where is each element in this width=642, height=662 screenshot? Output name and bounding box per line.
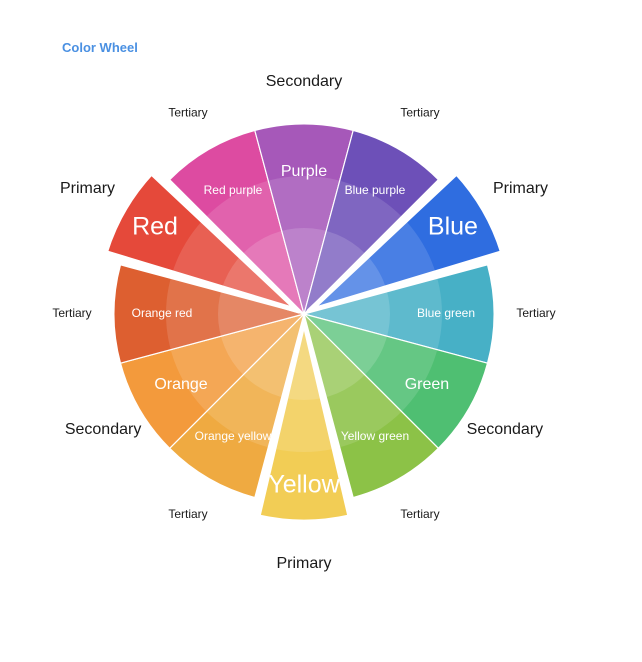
segment-label-orange: Orange	[154, 376, 207, 393]
category-label-green: Secondary	[467, 421, 544, 438]
category-label-red: Primary	[60, 180, 115, 197]
category-label-blue-green: Tertiary	[516, 306, 555, 320]
segment-label-yellow: Yellow	[268, 471, 340, 499]
category-label-yellow-green: Tertiary	[400, 507, 439, 521]
segment-label-blue-purple: Blue purple	[345, 183, 406, 197]
segment-label-red-purple: Red purple	[204, 183, 263, 197]
category-label-yellow: Primary	[276, 555, 331, 572]
segment-label-purple: Purple	[281, 163, 327, 180]
segment-label-blue-green: Blue green	[417, 306, 475, 320]
category-label-blue: Primary	[493, 180, 548, 197]
segment-label-orange-red: Orange red	[132, 306, 193, 320]
category-label-red-purple: Tertiary	[168, 105, 207, 119]
category-label-blue-purple: Tertiary	[400, 105, 439, 119]
segment-label-yellow-green: Yellow green	[341, 429, 409, 443]
category-label-purple: Secondary	[266, 73, 343, 90]
segment-label-orange-yellow: Orange yellow	[195, 429, 272, 443]
segment-label-green: Green	[405, 376, 449, 393]
category-label-orange-red: Tertiary	[52, 306, 91, 320]
category-label-orange-yellow: Tertiary	[168, 507, 207, 521]
segment-label-blue: Blue	[428, 213, 478, 241]
color-wheel: Yellow Primary Orange yellow Tertiary Orange…	[52, 73, 555, 572]
segment-label-red: Red	[132, 213, 178, 241]
inner-ring-inner	[218, 228, 390, 400]
category-label-orange: Secondary	[65, 421, 142, 438]
